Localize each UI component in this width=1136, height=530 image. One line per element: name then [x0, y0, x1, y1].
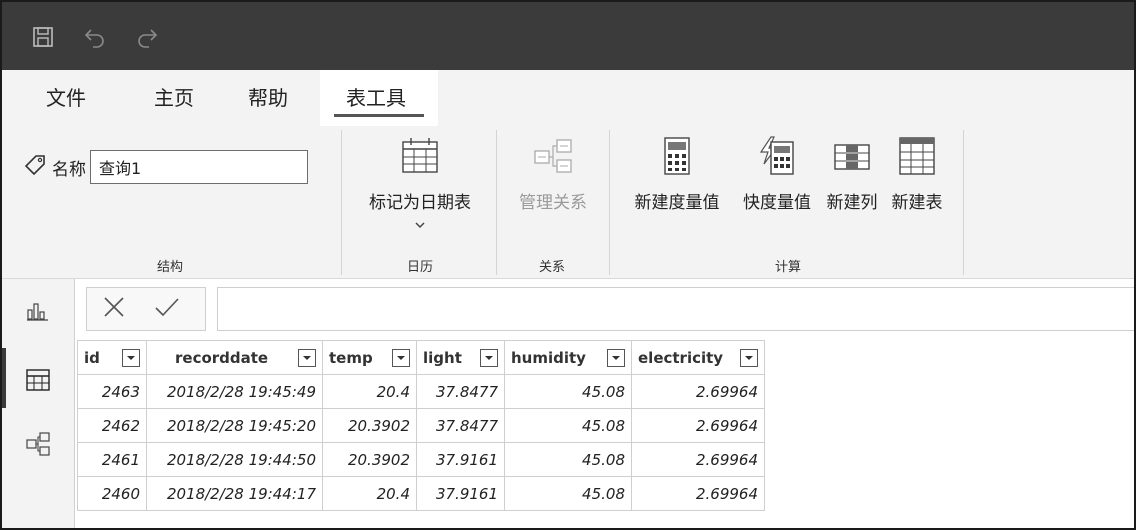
- group-separator: [341, 130, 342, 275]
- filter-dropdown-icon[interactable]: [392, 348, 410, 367]
- group-separator: [496, 130, 497, 275]
- group-label-structure: 结构: [156, 260, 184, 275]
- cell-humidity[interactable]: 45.08: [504, 408, 632, 443]
- manage-relations-button[interactable]: 管理关系: [506, 136, 600, 213]
- title-bar: [2, 2, 1134, 70]
- commit-formula-button[interactable]: [143, 289, 191, 329]
- cell-humidity[interactable]: 45.08: [504, 442, 632, 477]
- cell-recorddate[interactable]: 2018/2/28 19:45:49: [146, 374, 323, 409]
- filter-dropdown-icon[interactable]: [607, 348, 625, 367]
- name-group: 名称: [24, 150, 308, 184]
- tag-icon: [24, 154, 46, 180]
- table-icon[interactable]: [16, 358, 60, 402]
- cell-electricity[interactable]: 2.69964: [631, 476, 765, 511]
- save-icon[interactable]: [26, 22, 60, 52]
- column-header-light[interactable]: light: [416, 340, 505, 375]
- table-row[interactable]: 2460 2018/2/28 19:44:17 20.4 37.9161 45.…: [77, 476, 765, 511]
- tab-file[interactable]: 文件: [46, 82, 86, 116]
- ribbon: 名称 结构 标记为日期表 日历 管理关系 关系: [2, 126, 1134, 279]
- table-row[interactable]: 2461 2018/2/28 19:44:50 20.3902 37.9161 …: [77, 442, 765, 477]
- check-icon: [154, 296, 180, 322]
- group-label-calc: 计算: [774, 260, 802, 275]
- quick-calculator-icon: [757, 136, 797, 180]
- close-icon: [102, 295, 126, 323]
- group-separator: [609, 130, 610, 275]
- bar-chart-icon[interactable]: [16, 289, 60, 333]
- new-column-icon: [832, 136, 872, 180]
- new-column-label: 新建列: [826, 193, 878, 213]
- cell-id[interactable]: 2463: [77, 374, 147, 409]
- cell-recorddate[interactable]: 2018/2/28 19:45:20: [146, 408, 323, 443]
- cell-electricity[interactable]: 2.69964: [631, 374, 765, 409]
- tab-table-tools[interactable]: 表工具: [320, 70, 438, 126]
- filter-dropdown-icon[interactable]: [480, 348, 498, 367]
- cancel-formula-button[interactable]: [90, 289, 138, 329]
- cell-humidity[interactable]: 45.08: [504, 374, 632, 409]
- cell-recorddate[interactable]: 2018/2/28 19:44:17: [146, 476, 323, 511]
- cell-temp[interactable]: 20.3902: [322, 442, 417, 477]
- active-tab-underline: [334, 114, 424, 117]
- cell-temp[interactable]: 20.4: [322, 374, 417, 409]
- formula-input[interactable]: [217, 287, 1134, 331]
- tab-home[interactable]: 主页: [154, 82, 194, 116]
- formula-bar: [75, 279, 1134, 337]
- relations-icon: [533, 136, 573, 180]
- cell-light[interactable]: 37.8477: [416, 408, 505, 443]
- data-table: id recorddate temp light humidity electr…: [77, 340, 765, 511]
- filter-dropdown-icon[interactable]: [298, 348, 316, 367]
- model-icon[interactable]: [16, 422, 60, 466]
- column-header-id[interactable]: id: [77, 340, 147, 375]
- table-header-row: id recorddate temp light humidity electr…: [77, 340, 765, 375]
- new-table-button[interactable]: 新建表: [884, 136, 950, 213]
- redo-icon[interactable]: [130, 22, 164, 52]
- column-header-electricity[interactable]: electricity: [631, 340, 765, 375]
- cell-temp[interactable]: 20.4: [322, 476, 417, 511]
- undo-icon[interactable]: [78, 22, 112, 52]
- cell-humidity[interactable]: 45.08: [504, 476, 632, 511]
- group-label-relations: 关系: [538, 260, 566, 275]
- group-label-calendar: 日历: [406, 260, 434, 275]
- group-separator: [963, 130, 964, 275]
- mark-date-table-label: 标记为日期表: [369, 193, 471, 213]
- view-switcher: [2, 279, 75, 528]
- cell-light[interactable]: 37.9161: [416, 476, 505, 511]
- new-measure-label: 新建度量值: [634, 193, 720, 213]
- new-table-icon: [897, 136, 937, 180]
- cell-electricity[interactable]: 2.69964: [631, 442, 765, 477]
- filter-dropdown-icon[interactable]: [740, 348, 758, 367]
- chevron-down-icon: [414, 215, 426, 234]
- ribbon-tabs: 文件 主页 帮助 表工具: [2, 70, 1134, 126]
- table-row[interactable]: 2462 2018/2/28 19:45:20 20.3902 37.8477 …: [77, 408, 765, 443]
- column-header-temp[interactable]: temp: [322, 340, 417, 375]
- column-header-recorddate[interactable]: recorddate: [146, 340, 323, 375]
- active-view-indicator: [2, 348, 6, 408]
- cell-light[interactable]: 37.9161: [416, 442, 505, 477]
- cell-id[interactable]: 2462: [77, 408, 147, 443]
- manage-relations-label: 管理关系: [519, 193, 587, 213]
- name-label: 名称: [52, 159, 86, 180]
- cell-id[interactable]: 2460: [77, 476, 147, 511]
- cell-recorddate[interactable]: 2018/2/28 19:44:50: [146, 442, 323, 477]
- new-measure-button[interactable]: 新建度量值: [622, 136, 732, 213]
- calculator-icon: [657, 136, 697, 180]
- calendar-icon: [400, 136, 440, 180]
- cell-id[interactable]: 2461: [77, 442, 147, 477]
- filter-dropdown-icon[interactable]: [122, 348, 140, 367]
- new-column-button[interactable]: 新建列: [820, 136, 884, 213]
- name-input[interactable]: [90, 150, 308, 184]
- cell-electricity[interactable]: 2.69964: [631, 408, 765, 443]
- tab-help[interactable]: 帮助: [248, 82, 288, 116]
- cell-light[interactable]: 37.8477: [416, 374, 505, 409]
- table-row[interactable]: 2463 2018/2/28 19:45:49 20.4 37.8477 45.…: [77, 374, 765, 409]
- app-window: 文件 主页 帮助 表工具 名称 结构 标记为日期表 日历: [0, 0, 1136, 530]
- new-table-label: 新建表: [891, 193, 943, 213]
- quick-measure-label: 快度量值: [743, 193, 811, 213]
- quick-measure-button[interactable]: 快度量值: [732, 136, 822, 213]
- cell-temp[interactable]: 20.3902: [322, 408, 417, 443]
- mark-date-table-button[interactable]: 标记为日期表: [355, 136, 485, 234]
- column-header-humidity[interactable]: humidity: [504, 340, 632, 375]
